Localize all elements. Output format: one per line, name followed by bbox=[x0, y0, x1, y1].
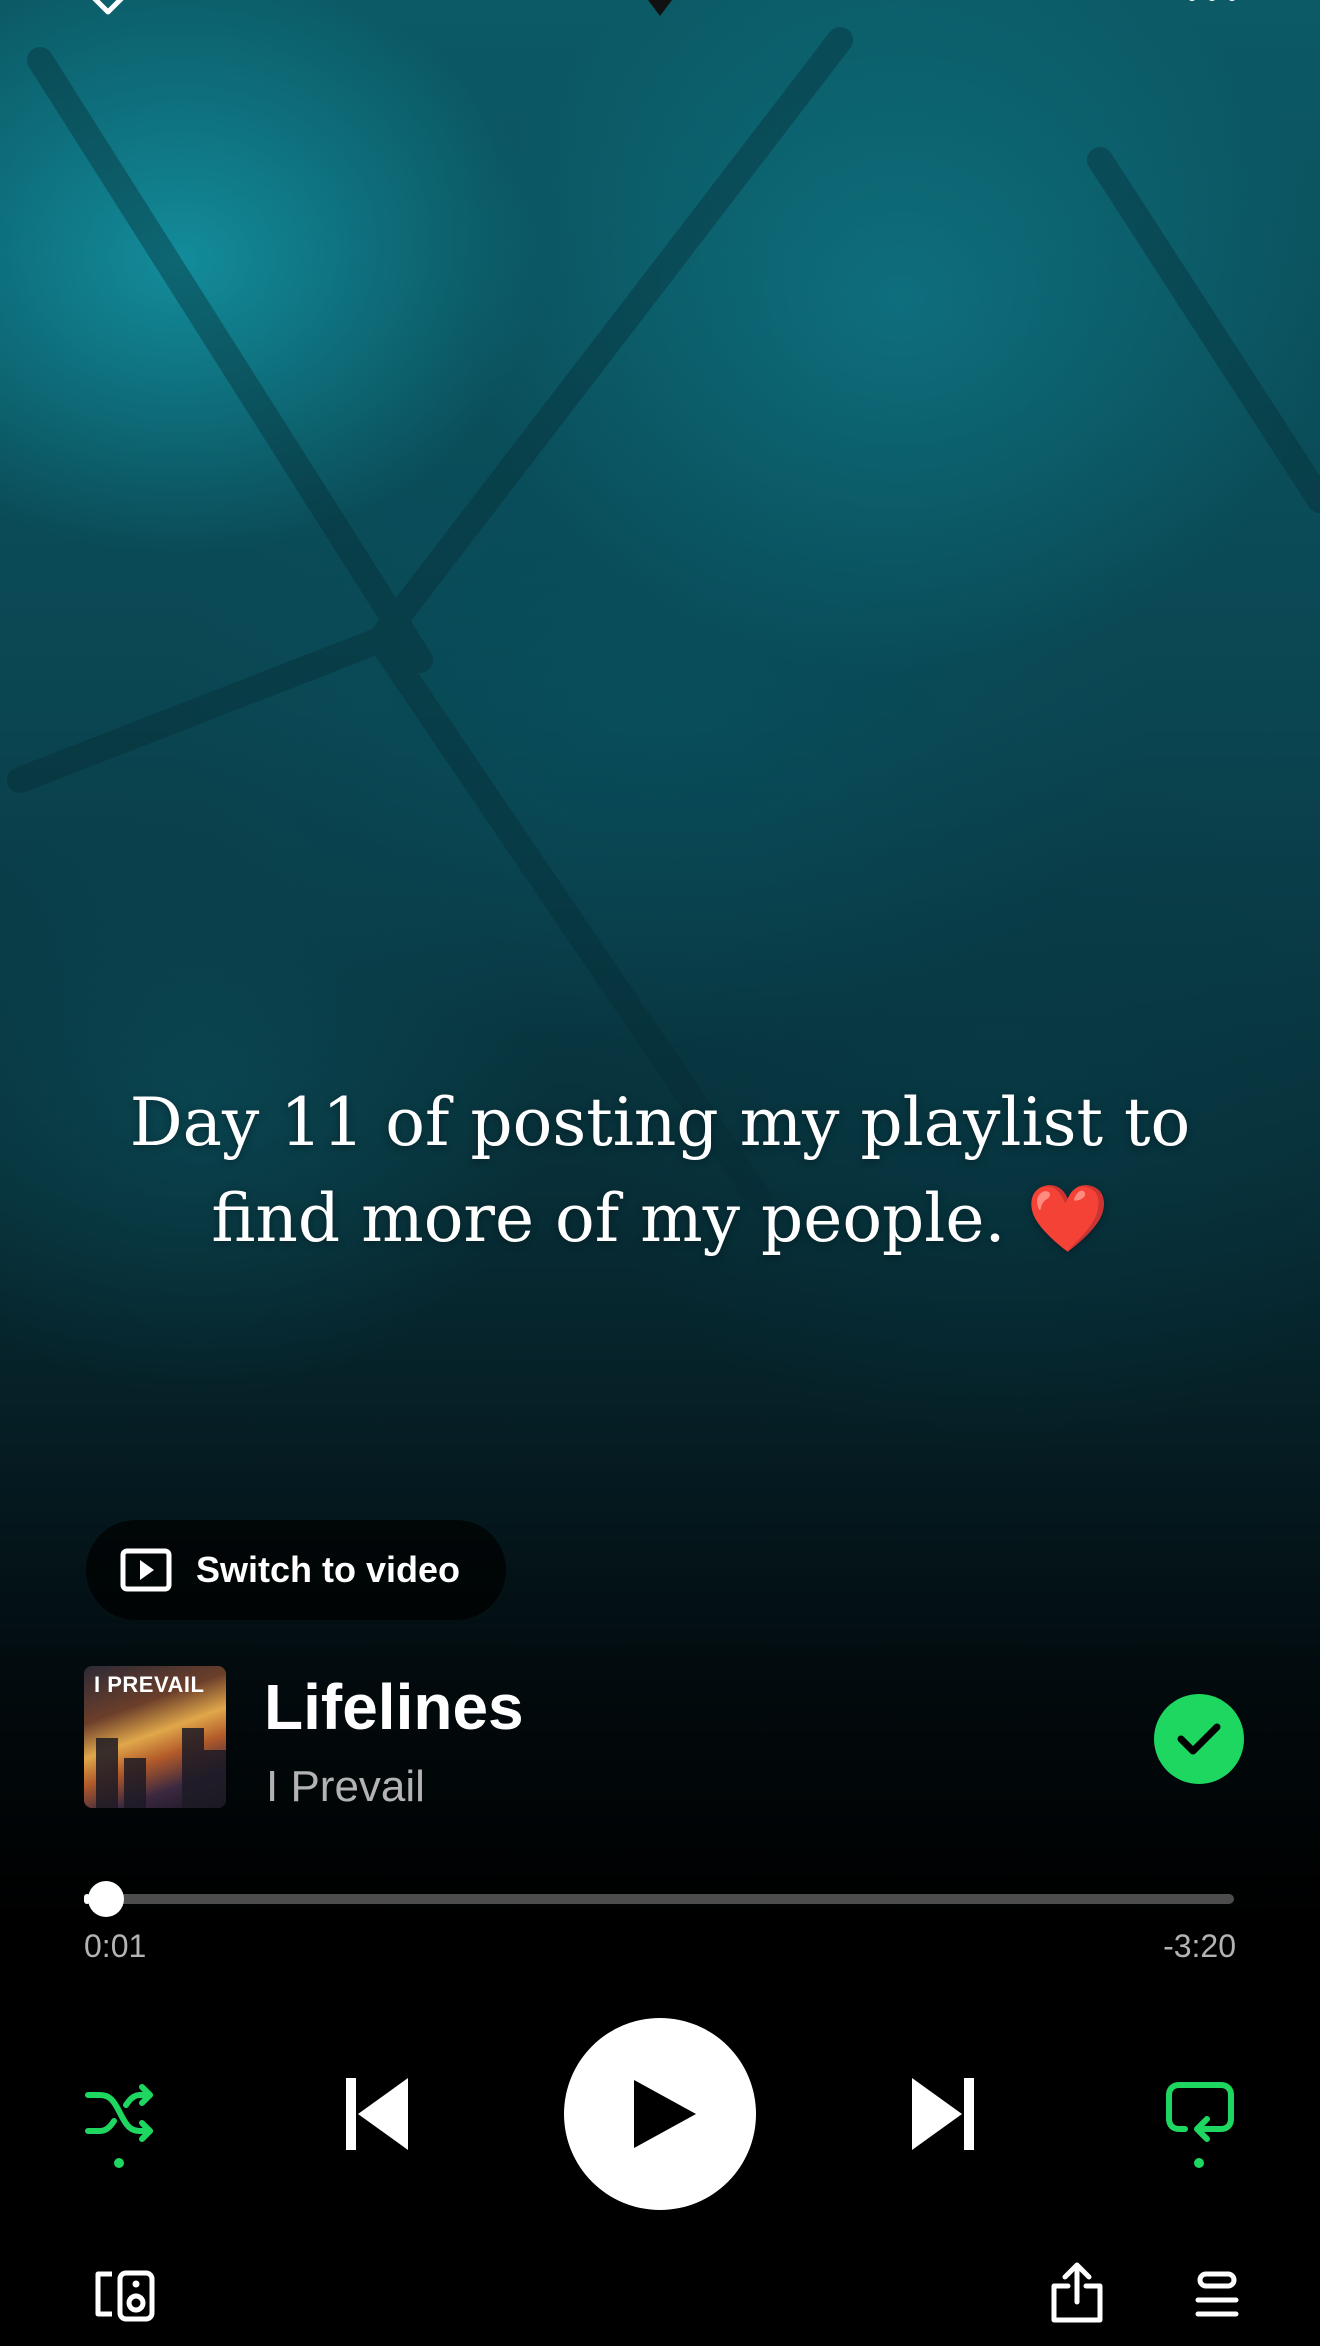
shuffle-button[interactable] bbox=[82, 2080, 158, 2146]
share-button[interactable] bbox=[1050, 2262, 1104, 2329]
connect-device-icon bbox=[95, 2270, 155, 2322]
next-button[interactable] bbox=[908, 2074, 980, 2154]
progress-bar[interactable] bbox=[84, 1881, 1234, 1917]
more-horizontal-icon[interactable] bbox=[1184, 0, 1240, 6]
connect-device-button[interactable] bbox=[94, 2270, 156, 2327]
progress-track bbox=[84, 1894, 1234, 1904]
background-fence-pattern bbox=[7, 27, 1320, 1213]
share-icon bbox=[1051, 2262, 1103, 2323]
heart-emoji: ❤️ bbox=[1026, 1180, 1109, 1257]
progress-handle[interactable] bbox=[87, 1881, 124, 1917]
shuffle-icon bbox=[85, 2084, 153, 2142]
switch-to-video-label: Switch to video bbox=[196, 1549, 461, 1590]
skip-forward-icon bbox=[912, 2078, 974, 2150]
elapsed-time: 0:01 bbox=[84, 1928, 147, 1964]
album-art[interactable]: I PREVAIL bbox=[84, 1666, 226, 1808]
album-art-text: I PREVAIL bbox=[94, 1672, 205, 1697]
skip-back-icon bbox=[346, 2078, 408, 2150]
repeat-button[interactable] bbox=[1164, 2080, 1236, 2146]
shuffle-active-indicator bbox=[114, 2158, 124, 2168]
previous-button[interactable] bbox=[340, 2074, 412, 2154]
track-info: I PREVAIL Lifelines I Prevail bbox=[84, 1662, 1244, 1812]
play-icon bbox=[634, 2080, 696, 2148]
track-title[interactable]: Lifelines bbox=[264, 1670, 524, 1744]
switch-to-video-button[interactable]: Switch to video bbox=[86, 1520, 506, 1620]
repeat-active-indicator bbox=[1194, 2158, 1204, 2168]
saved-to-library-button[interactable] bbox=[1154, 1694, 1244, 1784]
queue-icon bbox=[1195, 2271, 1239, 2317]
canvas-caption: Day 11 of posting my playlist to find mo… bbox=[90, 1075, 1230, 1267]
pin-icon bbox=[648, 0, 672, 16]
video-icon bbox=[120, 1548, 172, 1592]
play-button[interactable] bbox=[564, 2018, 756, 2210]
track-artist[interactable]: I Prevail bbox=[266, 1762, 425, 1812]
queue-button[interactable] bbox=[1194, 2270, 1240, 2325]
chevron-down-icon[interactable] bbox=[86, 0, 130, 16]
check-icon bbox=[1177, 1723, 1221, 1755]
repeat-icon bbox=[1166, 2082, 1234, 2142]
remaining-time: -3:20 bbox=[1163, 1928, 1236, 1964]
